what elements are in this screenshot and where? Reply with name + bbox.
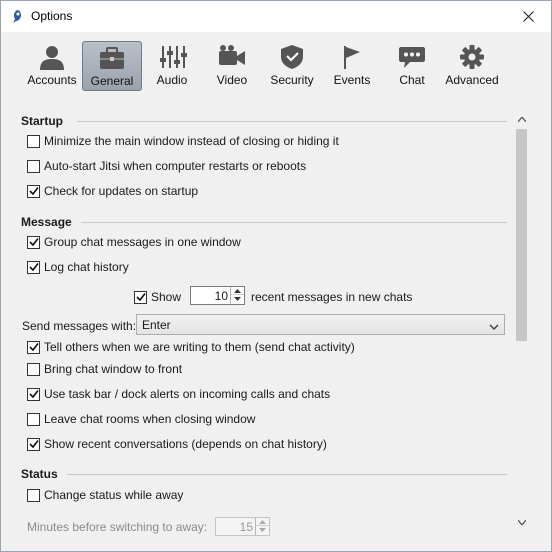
- section-divider: [81, 222, 507, 223]
- equalizer-icon: [157, 44, 187, 70]
- checkbox-checked[interactable]: [27, 387, 40, 401]
- option-log-chat-history[interactable]: Log chat history: [27, 259, 129, 275]
- tab-chat[interactable]: Chat: [382, 41, 442, 91]
- checkbox[interactable]: [27, 159, 40, 173]
- tab-general[interactable]: General: [82, 41, 142, 91]
- chat-bubble-icon: [397, 44, 427, 70]
- window-bottom-edge: [1, 536, 551, 551]
- tab-video[interactable]: Video: [202, 41, 262, 91]
- user-icon: [37, 44, 67, 70]
- shield-icon: [277, 44, 307, 70]
- option-group-chat[interactable]: Group chat messages in one window: [27, 234, 241, 250]
- tab-label: General: [90, 74, 134, 88]
- checkmark-icon: [28, 263, 39, 272]
- tab-label: Events: [333, 73, 371, 87]
- jitsi-icon: [10, 9, 24, 25]
- title-bar: Options: [1, 1, 551, 32]
- option-leave-chat-rooms[interactable]: Leave chat rooms when closing window: [27, 411, 255, 427]
- stepper-down-button[interactable]: [231, 295, 244, 303]
- checkbox[interactable]: [27, 134, 40, 148]
- section-divider: [67, 474, 507, 475]
- chevron-down-icon: [489, 320, 499, 334]
- gear-icon: [457, 44, 487, 70]
- tab-label: Chat: [399, 73, 425, 87]
- window-title: Options: [31, 9, 73, 23]
- tab-label: Accounts: [27, 73, 77, 87]
- tab-accounts[interactable]: Accounts: [22, 41, 82, 91]
- section-title-message: Message: [21, 215, 72, 229]
- scroll-down-button[interactable]: [513, 514, 530, 531]
- tab-security[interactable]: Security: [262, 41, 322, 91]
- tab-audio[interactable]: Audio: [142, 41, 202, 91]
- send-messages-label: Send messages with:: [22, 319, 137, 333]
- checkbox[interactable]: [27, 362, 40, 376]
- section-title-status: Status: [21, 467, 58, 481]
- scroll-thumb[interactable]: [516, 129, 527, 341]
- option-show-recent[interactable]: Show: [134, 289, 181, 305]
- checkmark-icon: [28, 343, 39, 352]
- stepper-down-button[interactable]: [256, 526, 269, 534]
- recent-messages-stepper[interactable]: 10: [190, 286, 245, 305]
- chevron-up-icon: [234, 288, 241, 293]
- close-button[interactable]: [505, 1, 551, 32]
- checkbox[interactable]: [27, 412, 40, 426]
- section-title-startup: Startup: [21, 114, 63, 128]
- checkmark-icon: [28, 187, 39, 196]
- close-icon: [522, 11, 534, 22]
- stepper-value: 10: [214, 289, 228, 303]
- checkbox-checked[interactable]: [27, 437, 40, 451]
- tab-advanced[interactable]: Advanced: [442, 41, 502, 91]
- flag-icon: [337, 44, 367, 70]
- section-divider: [77, 121, 507, 122]
- option-change-status-away[interactable]: Change status while away: [27, 487, 183, 503]
- tab-events[interactable]: Events: [322, 41, 382, 91]
- chevron-down-icon: [234, 297, 241, 301]
- option-send-chat-activity[interactable]: Tell others when we are writing to them …: [27, 339, 355, 355]
- checkmark-icon: [28, 440, 39, 449]
- general-settings-panel: Startup Minimize the main window instead…: [3, 108, 533, 536]
- tab-label: Audio: [156, 73, 188, 87]
- stepper-up-button[interactable]: [256, 518, 269, 526]
- minutes-away-label: Minutes before switching to away:: [27, 520, 208, 534]
- option-bring-chat-front[interactable]: Bring chat window to front: [27, 361, 182, 377]
- option-auto-start[interactable]: Auto-start Jitsi when computer restarts …: [27, 158, 306, 174]
- chevron-up-icon: [517, 117, 526, 122]
- checkbox[interactable]: [27, 488, 40, 502]
- option-taskbar-alerts[interactable]: Use task bar / dock alerts on incoming c…: [27, 386, 330, 402]
- checkbox-checked[interactable]: [27, 340, 40, 354]
- option-check-updates[interactable]: Check for updates on startup: [27, 183, 198, 199]
- tab-label: Video: [216, 73, 248, 87]
- camera-icon: [217, 44, 247, 70]
- option-minimize-main-window[interactable]: Minimize the main window instead of clos…: [27, 133, 339, 149]
- option-show-recent-conversations[interactable]: Show recent conversations (depends on ch…: [27, 436, 327, 452]
- checkbox-checked[interactable]: [27, 260, 40, 274]
- stepper-up-button[interactable]: [231, 287, 244, 295]
- recent-messages-label: recent messages in new chats: [251, 290, 413, 304]
- checkbox-checked[interactable]: [134, 290, 147, 304]
- vertical-scrollbar[interactable]: [513, 111, 530, 531]
- tab-label: Advanced: [445, 73, 499, 87]
- minutes-away-stepper[interactable]: 15: [215, 517, 270, 536]
- checkbox-checked[interactable]: [27, 235, 40, 249]
- chevron-up-icon: [259, 519, 266, 524]
- tab-toolbar: Accounts General Audio Video Security Ev…: [1, 32, 551, 98]
- tab-label: Security: [270, 73, 314, 87]
- scroll-up-button[interactable]: [513, 111, 530, 128]
- chevron-down-icon: [259, 528, 266, 532]
- briefcase-icon: [97, 45, 127, 71]
- checkmark-icon: [135, 293, 146, 302]
- select-value: Enter: [142, 318, 171, 332]
- stepper-value: 15: [239, 520, 253, 534]
- chevron-down-icon: [517, 520, 526, 525]
- checkmark-icon: [28, 390, 39, 399]
- checkbox-checked[interactable]: [27, 184, 40, 198]
- options-window: Options Accounts General Audio Video Sec…: [0, 0, 552, 552]
- checkmark-icon: [28, 238, 39, 247]
- send-messages-select[interactable]: Enter: [136, 314, 505, 335]
